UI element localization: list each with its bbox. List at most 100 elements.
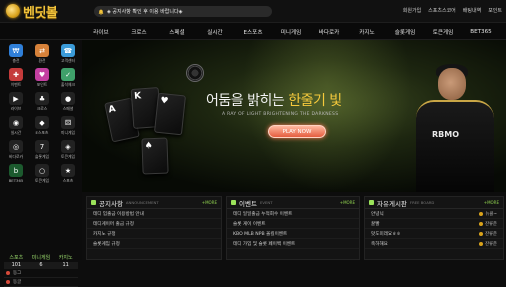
score-header-sports[interactable]: 스포츠	[4, 254, 29, 262]
nav-esports[interactable]: E스포츠	[234, 28, 272, 36]
quick-menu-tile[interactable]: ◆ E스포츠	[31, 116, 53, 137]
list-item[interactable]: 슬롯게임 규정	[87, 239, 221, 249]
list-item[interactable]: 테디 가입 및 슬롯 페이백 이벤트	[227, 239, 359, 249]
link-bet-history[interactable]: 배팅내역	[463, 7, 481, 14]
nav-baccarat[interactable]: 바다로카	[310, 28, 348, 36]
quick-menu-tile[interactable]: ☎ 고객센터	[57, 44, 79, 65]
quick-menu-tile[interactable]: ○ 토큰게임	[31, 164, 53, 185]
score-header-casino[interactable]: 카지노	[53, 254, 78, 262]
nav-special[interactable]: 스페셜	[158, 28, 196, 36]
quick-menu-tile[interactable]: ₩ 충전	[5, 44, 27, 65]
list-item[interactable]: 맛도미래요ㅎㅎ 잔류준	[365, 229, 503, 239]
heart-icon: ♥	[35, 68, 49, 81]
quick-menu-label: 충전	[12, 58, 20, 63]
nav-slot[interactable]: 슬롯게임	[386, 28, 424, 36]
link-points[interactable]: 포인트	[488, 7, 502, 14]
quick-menu-tile[interactable]: ★ 스포츠	[57, 164, 79, 185]
link-signup[interactable]: 회원가입	[403, 7, 421, 14]
panel-subtitle: ANNOUNCEMENT	[125, 200, 159, 205]
top-bar: 벤딧볼 ◈ 공지사항 확인 후 이용 바랍니다◈ 회원가입 스포츠스코어 배팅내…	[0, 0, 506, 22]
list-item[interactable]: 꿀빨 잔류준	[365, 219, 503, 229]
nav-cross[interactable]: 크로스	[120, 28, 158, 36]
score-row[interactable]: 동그	[4, 269, 78, 278]
nav-bet365[interactable]: BET365	[462, 29, 500, 35]
nav-live[interactable]: 라이브	[82, 28, 120, 36]
quick-menu-tile[interactable]: ♥ 포인트	[31, 68, 53, 89]
hero-subtitle: A RAY OF LIGHT BRIGHTENING THE DARKNESS	[222, 112, 339, 117]
list-item[interactable]: 테디게이머 출금 규정	[87, 219, 221, 229]
quick-menu-label: 크로스	[36, 106, 48, 111]
panel-title: 공지사항	[99, 199, 123, 208]
nav-casino[interactable]: 카지노	[348, 28, 386, 36]
quick-menu-tile[interactable]: ● 스페셜	[57, 92, 79, 113]
hero-banner[interactable]: A K ♥ ♠ 어둠을 밝히는 한줄기 빛 A RAY OF LIGHT BRI…	[82, 40, 506, 192]
quick-menu-label: 이벤트	[10, 82, 22, 87]
bell-icon	[98, 9, 104, 15]
quick-menu-tile[interactable]: ◎ 바다로카	[5, 140, 27, 161]
quick-menu-tile[interactable]: ♣ 크로스	[31, 92, 53, 113]
list-item[interactable]: 카지노 규정	[87, 229, 221, 239]
basketball-icon: ●	[61, 92, 75, 105]
nav-token[interactable]: 토큰게임	[424, 28, 462, 36]
coin-icon: ₩	[9, 44, 23, 57]
trophy-icon: ★	[61, 164, 75, 177]
list-item[interactable]: 안녕닉 뉴클~	[365, 209, 503, 219]
nav-realtime[interactable]: 실시간	[196, 28, 234, 36]
quick-menu-tile[interactable]: ⚄ 미니게임	[57, 116, 79, 137]
more-link[interactable]: +MORE	[202, 200, 217, 205]
avatar-icon	[479, 221, 484, 226]
esports-icon: ◆	[35, 116, 49, 129]
list-item[interactable]: KBO MLB NPB 올킬이벤트	[227, 229, 359, 239]
avatar-icon	[479, 231, 484, 236]
more-link[interactable]: +MORE	[340, 200, 355, 205]
panel-subtitle: EVENT	[259, 200, 273, 205]
gift-icon: ✚	[9, 68, 23, 81]
dice-icon: ⚄	[61, 116, 75, 129]
card-queen-icon: ♥	[153, 92, 187, 136]
score-value-sports: 101	[11, 262, 22, 268]
face	[438, 68, 466, 100]
quick-menu-tile[interactable]: ◉ 실시간	[5, 116, 27, 137]
list-item[interactable]: 테디 일일출금 누적회수 이벤트	[227, 209, 359, 219]
live-icon: ▶	[9, 92, 23, 105]
quick-menu-label: 스페셜	[62, 106, 74, 111]
score-row[interactable]: 동글	[4, 278, 78, 287]
soccer-icon: ◉	[9, 116, 23, 129]
quick-menu-tile[interactable]: ▶ 라이브	[5, 92, 27, 113]
playing-cards-art: A K ♥ ♠	[102, 60, 222, 190]
quick-menu-tile[interactable]: 7 슬롯게임	[31, 140, 53, 161]
panel-marker-icon	[231, 200, 236, 205]
chip-icon: ◎	[9, 140, 23, 153]
quick-menu-tile[interactable]: b BET365	[5, 164, 27, 185]
quick-menu-tile[interactable]: ⇄ 환전	[31, 44, 53, 65]
play-now-button[interactable]: PLAY NOW	[268, 125, 326, 138]
quick-menu-tile[interactable]: ✚ 이벤트	[5, 68, 27, 89]
panel-title: 이벤트	[239, 199, 257, 208]
quick-menu-label: 라이브	[10, 106, 22, 111]
quick-menu-tile[interactable]: ✓ 출석체크	[57, 68, 79, 89]
link-sports-score[interactable]: 스포츠스코어	[428, 7, 456, 14]
more-link[interactable]: +MORE	[484, 200, 499, 205]
quick-menu-label: 토큰게임	[35, 178, 49, 183]
panel-subtitle: FREE BOARD	[409, 200, 435, 205]
notice-panel: 공지사항 ANNOUNCEMENT +MORE 테디 입출금 이용방법 안내 테디게…	[86, 196, 222, 260]
player-figure: RBMO	[408, 50, 500, 192]
slot-icon: 7	[35, 140, 49, 153]
nav-minigame[interactable]: 미니게임	[272, 28, 310, 36]
logo-text: 벤딧볼	[23, 5, 58, 21]
list-item[interactable]: 슬롯 게이 이벤트	[227, 219, 359, 229]
quick-menu-label: 토큰게임	[61, 154, 75, 159]
cards-icon: ♣	[35, 92, 49, 105]
list-item[interactable]: 테디 입출금 이용방법 안내	[87, 209, 221, 219]
quick-menu-label: 고객센터	[61, 58, 75, 63]
score-value-mini: 6	[39, 262, 43, 268]
score-header-mini[interactable]: 미니게임	[29, 254, 54, 262]
quick-menu-label: 포인트	[36, 82, 48, 87]
bet365-icon: b	[9, 164, 23, 177]
list-item[interactable]: 축하해요 잔류준	[365, 239, 503, 249]
notice-text: ◈ 공지사항 확인 후 이용 바랍니다◈	[107, 9, 183, 15]
notice-marquee[interactable]: ◈ 공지사항 확인 후 이용 바랍니다◈	[94, 6, 272, 17]
quick-menu-label: E스포츠	[35, 130, 49, 135]
quick-menu-tile[interactable]: ◈ 토큰게임	[57, 140, 79, 161]
site-logo[interactable]: 벤딧볼	[6, 3, 58, 21]
